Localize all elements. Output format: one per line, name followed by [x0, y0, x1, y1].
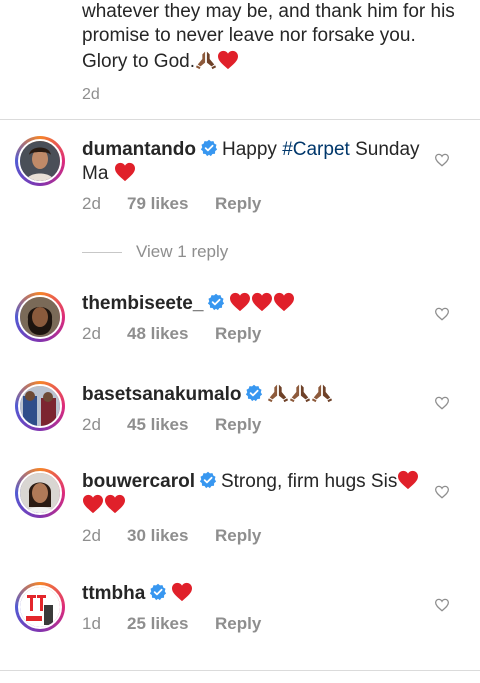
pray-icon	[267, 381, 289, 403]
comment-username[interactable]: thembiseete_	[82, 293, 203, 314]
reply-button[interactable]: Reply	[215, 194, 261, 214]
comment-meta: 2d 48 likes Reply	[82, 324, 422, 344]
red-heart-icon	[251, 292, 273, 312]
avatar-photo	[20, 386, 60, 426]
comment-time: 2d	[82, 415, 101, 434]
comment-text: dumantando Happy #Carpet Sunday Ma	[82, 138, 422, 186]
like-heart-icon[interactable]	[434, 153, 450, 167]
red-heart-icon	[82, 494, 104, 514]
comment-username[interactable]: ttmbha	[82, 583, 145, 604]
avatar-photo	[20, 473, 60, 513]
comment-time: 1d	[82, 614, 101, 633]
verified-badge-icon	[245, 384, 263, 402]
verified-badge-icon	[200, 139, 218, 157]
avatar-photo	[20, 141, 60, 181]
hashtag-link[interactable]: #Carpet	[282, 139, 350, 160]
like-heart-icon[interactable]	[434, 598, 450, 612]
caption-divider	[0, 119, 480, 120]
comment-likes[interactable]: 30 likes	[127, 526, 215, 546]
pray-icon	[195, 48, 217, 70]
verified-badge-icon	[207, 293, 225, 311]
comment-body: thembiseete_ 2d 48 likes Reply	[82, 292, 422, 344]
comment-time: 2d	[82, 324, 101, 343]
red-heart-icon	[171, 582, 193, 602]
view-replies-label: View 1 reply	[136, 242, 229, 261]
comment-likes[interactable]: 45 likes	[127, 415, 215, 435]
caption-text-body: whatever they may be, and thank him for …	[82, 1, 455, 72]
pray-icon	[289, 381, 311, 403]
verified-badge-icon	[149, 583, 167, 601]
caption-timestamp: 2d	[82, 86, 100, 103]
like-heart-icon[interactable]	[434, 485, 450, 499]
avatar-photo	[20, 297, 60, 337]
comment-username[interactable]: bouwercarol	[82, 471, 195, 492]
comment-text: thembiseete_	[82, 292, 422, 316]
comment-text: basetsanakumalo	[82, 381, 422, 407]
comment-username[interactable]: basetsanakumalo	[82, 384, 241, 405]
comment-text: bouwercarol Strong, firm hugs Sis	[82, 470, 422, 518]
red-heart-icon	[229, 292, 251, 312]
avatar[interactable]	[15, 468, 65, 518]
comment-meta: 2d 79 likes Reply	[82, 194, 422, 214]
comment-likes[interactable]: 25 likes	[127, 614, 215, 634]
comment-likes[interactable]: 48 likes	[127, 324, 215, 344]
red-heart-icon	[104, 494, 126, 514]
avatar[interactable]	[15, 582, 65, 632]
comment-time: 2d	[82, 194, 101, 213]
reply-button[interactable]: Reply	[215, 526, 261, 546]
view-replies-button[interactable]: View 1 reply	[82, 242, 228, 262]
pray-icon	[311, 381, 333, 403]
red-heart-icon	[114, 162, 136, 182]
post-caption: whatever they may be, and thank him for …	[82, 0, 462, 104]
view-replies-line	[82, 251, 122, 253]
comment-body: bouwercarol Strong, firm hugs Sis 2d 30 l…	[82, 470, 422, 546]
bottom-divider	[0, 670, 480, 671]
reply-button[interactable]: Reply	[215, 614, 261, 634]
comment-likes[interactable]: 79 likes	[127, 194, 215, 214]
comment-content: Strong, firm hugs Sis	[220, 471, 398, 492]
comment-body: ttmbha 1d 25 likes Reply	[82, 582, 422, 634]
caption-text: whatever they may be, and thank him for …	[82, 0, 462, 74]
comment-time: 2d	[82, 526, 101, 545]
avatar[interactable]	[15, 292, 65, 342]
red-heart-icon	[217, 50, 239, 70]
comment-body: dumantando Happy #Carpet Sunday Ma 2d 79 …	[82, 138, 422, 214]
like-heart-icon[interactable]	[434, 307, 450, 321]
verified-badge-icon	[199, 471, 217, 489]
comment-body: basetsanakumalo 2d 45 likes Reply	[82, 381, 422, 435]
comment-meta: 2d 45 likes Reply	[82, 415, 422, 435]
like-heart-icon[interactable]	[434, 396, 450, 410]
comment-text: ttmbha	[82, 582, 422, 606]
comment-content: Happy	[222, 139, 283, 160]
reply-button[interactable]: Reply	[215, 415, 261, 435]
red-heart-icon	[273, 292, 295, 312]
comment-meta: 1d 25 likes Reply	[82, 614, 422, 634]
avatar[interactable]	[15, 381, 65, 431]
comment-meta: 2d 30 likes Reply	[82, 526, 422, 546]
red-heart-icon	[397, 470, 419, 490]
reply-button[interactable]: Reply	[215, 324, 261, 344]
comment-username[interactable]: dumantando	[82, 139, 196, 160]
avatar-photo	[20, 587, 60, 627]
avatar[interactable]	[15, 136, 65, 186]
